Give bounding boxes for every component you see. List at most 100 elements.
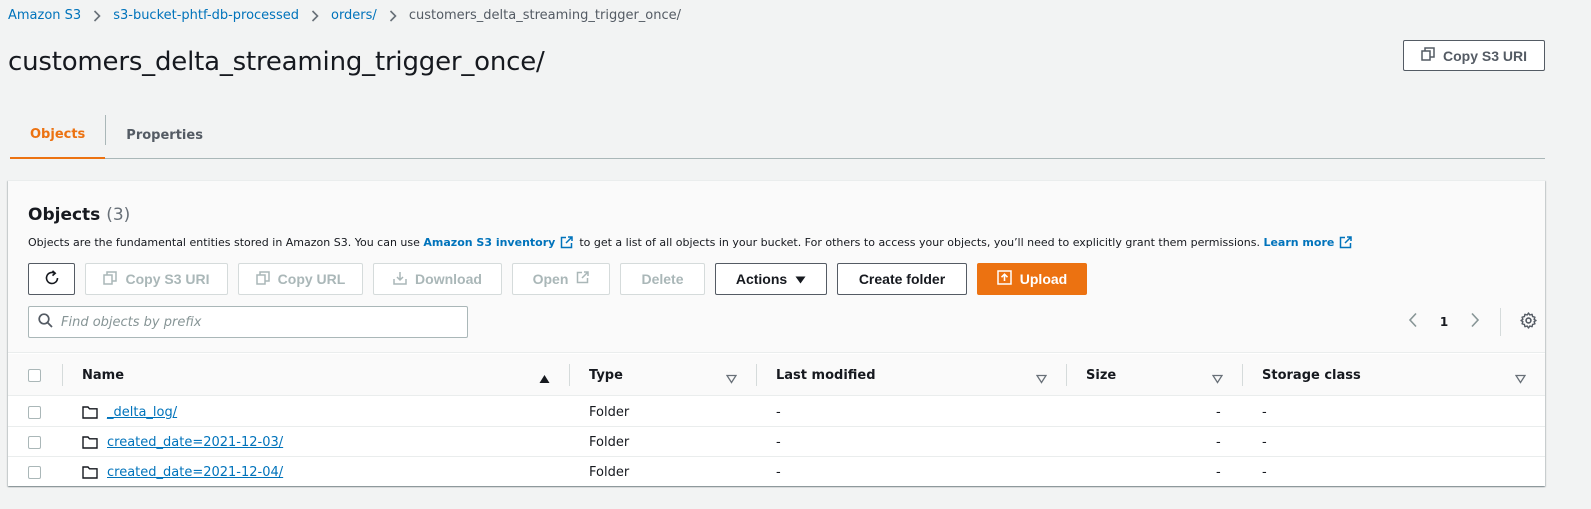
object-size: - bbox=[1216, 464, 1221, 480]
object-storage-class: - bbox=[1262, 404, 1267, 420]
copy-icon bbox=[255, 270, 270, 288]
download-label: Download bbox=[415, 271, 482, 287]
preferences-button[interactable] bbox=[1515, 309, 1541, 335]
object-type: Folder bbox=[589, 404, 630, 420]
table-row[interactable]: created_date=2021-12-04/ Folder - - - bbox=[8, 457, 1545, 487]
objects-description: Objects are the fundamental entities sto… bbox=[28, 236, 1358, 249]
checkbox[interactable] bbox=[28, 435, 41, 449]
chevron-left-icon bbox=[1408, 312, 1418, 332]
breadcrumb-bucket[interactable]: s3-bucket-phtf-db-processed bbox=[113, 8, 299, 23]
caret-down-icon bbox=[795, 271, 806, 287]
object-type: Folder bbox=[589, 464, 630, 480]
sort-icon[interactable] bbox=[725, 369, 738, 388]
checkbox[interactable] bbox=[28, 465, 41, 479]
page-title: customers_delta_streaming_trigger_once/ bbox=[8, 47, 545, 77]
select-all-checkbox[interactable] bbox=[28, 354, 41, 396]
column-header-name[interactable]: Name bbox=[82, 354, 124, 396]
tab-objects[interactable]: Objects bbox=[10, 112, 106, 159]
tab-properties[interactable]: Properties bbox=[106, 112, 223, 158]
object-type: Folder bbox=[589, 434, 630, 450]
sort-ascending-icon[interactable] bbox=[539, 369, 550, 388]
refresh-button[interactable] bbox=[28, 263, 75, 295]
current-page-number[interactable]: 1 bbox=[1426, 315, 1462, 329]
column-header-size[interactable]: Size bbox=[1086, 354, 1116, 396]
copy-s3-uri-toolbar-label: Copy S3 URI bbox=[125, 271, 210, 287]
delete-button[interactable]: Delete bbox=[620, 263, 705, 295]
tab-bar: Objects Properties bbox=[10, 112, 1545, 159]
description-text-1: Objects are the fundamental entities sto… bbox=[28, 236, 420, 249]
copy-s3-uri-button[interactable]: Copy S3 URI bbox=[1403, 40, 1545, 71]
gear-icon bbox=[1519, 311, 1537, 333]
objects-panel: Objects (3) Objects are the fundamental … bbox=[8, 180, 1545, 486]
pagination: 1 bbox=[1400, 307, 1541, 337]
object-storage-class: - bbox=[1262, 434, 1267, 450]
object-last-modified: - bbox=[776, 464, 781, 480]
create-folder-button[interactable]: Create folder bbox=[837, 263, 967, 295]
table-row[interactable]: _delta_log/ Folder - - - bbox=[8, 397, 1545, 427]
object-name-link[interactable]: _delta_log/ bbox=[107, 405, 177, 420]
upload-label: Upload bbox=[1019, 271, 1068, 287]
breadcrumb-current: customers_delta_streaming_trigger_once/ bbox=[408, 8, 682, 23]
row-checkbox[interactable] bbox=[28, 427, 41, 457]
learn-more-link[interactable]: Learn more bbox=[1263, 236, 1334, 249]
column-divider bbox=[1242, 364, 1243, 386]
chevron-right-icon bbox=[311, 9, 319, 22]
checkbox[interactable] bbox=[28, 368, 41, 382]
column-header-last-modified[interactable]: Last modified bbox=[776, 354, 876, 396]
objects-heading: Objects (3) bbox=[28, 205, 130, 225]
copy-url-button[interactable]: Copy URL bbox=[238, 263, 363, 295]
next-page-button[interactable] bbox=[1462, 309, 1488, 335]
checkbox[interactable] bbox=[28, 405, 41, 419]
folder-icon bbox=[82, 397, 98, 427]
table-header: Name Type Last modified Size Storage cla… bbox=[8, 354, 1545, 396]
column-divider bbox=[569, 364, 570, 386]
object-name-link[interactable]: created_date=2021-12-03/ bbox=[107, 435, 283, 450]
description-text-2: to get a list of all objects in your buc… bbox=[579, 236, 1260, 249]
chevron-right-icon bbox=[1470, 312, 1480, 332]
copy-s3-uri-label: Copy S3 URI bbox=[1442, 47, 1527, 64]
search-input[interactable] bbox=[61, 314, 441, 330]
row-checkbox[interactable] bbox=[28, 397, 41, 427]
breadcrumb-orders[interactable]: orders/ bbox=[331, 8, 377, 23]
column-divider bbox=[756, 364, 757, 386]
object-last-modified: - bbox=[776, 404, 781, 420]
object-name[interactable]: _delta_log/ bbox=[107, 397, 177, 427]
folder-icon bbox=[82, 457, 98, 487]
object-size: - bbox=[1216, 404, 1221, 420]
column-header-storage-class[interactable]: Storage class bbox=[1262, 354, 1361, 396]
actions-dropdown[interactable]: Actions bbox=[715, 263, 827, 295]
copy-icon bbox=[103, 270, 118, 288]
object-name[interactable]: created_date=2021-12-04/ bbox=[107, 457, 283, 487]
object-size: - bbox=[1216, 434, 1221, 450]
copy-url-label: Copy URL bbox=[277, 271, 346, 287]
external-link-icon[interactable] bbox=[560, 236, 574, 249]
download-button[interactable]: Download bbox=[373, 263, 502, 295]
refresh-icon bbox=[44, 269, 60, 289]
search-field[interactable] bbox=[28, 306, 468, 338]
breadcrumb-amazon-s3[interactable]: Amazon S3 bbox=[8, 8, 81, 23]
s3-inventory-link[interactable]: Amazon S3 inventory bbox=[423, 236, 555, 249]
previous-page-button[interactable] bbox=[1400, 309, 1426, 335]
copy-icon bbox=[1421, 47, 1435, 64]
column-header-type[interactable]: Type bbox=[589, 354, 623, 396]
sort-icon[interactable] bbox=[1514, 369, 1527, 388]
delete-label: Delete bbox=[641, 271, 684, 287]
external-link-icon bbox=[576, 271, 590, 287]
sort-icon[interactable] bbox=[1035, 369, 1048, 388]
copy-s3-uri-toolbar-button[interactable]: Copy S3 URI bbox=[85, 263, 228, 295]
open-button[interactable]: Open bbox=[512, 263, 610, 295]
external-link-icon[interactable] bbox=[1339, 236, 1353, 249]
objects-count: (3) bbox=[106, 205, 131, 225]
object-last-modified: - bbox=[776, 434, 781, 450]
sort-icon[interactable] bbox=[1211, 369, 1224, 388]
table-row[interactable]: created_date=2021-12-03/ Folder - - - bbox=[8, 427, 1545, 457]
upload-button[interactable]: Upload bbox=[977, 263, 1087, 295]
object-name-link[interactable]: created_date=2021-12-04/ bbox=[107, 465, 283, 480]
object-name[interactable]: created_date=2021-12-03/ bbox=[107, 427, 283, 457]
folder-icon bbox=[82, 427, 98, 457]
open-label: Open bbox=[532, 271, 569, 287]
row-checkbox[interactable] bbox=[28, 457, 41, 487]
chevron-right-icon bbox=[93, 9, 101, 22]
download-icon bbox=[393, 271, 407, 288]
objects-heading-title: Objects bbox=[28, 205, 101, 225]
